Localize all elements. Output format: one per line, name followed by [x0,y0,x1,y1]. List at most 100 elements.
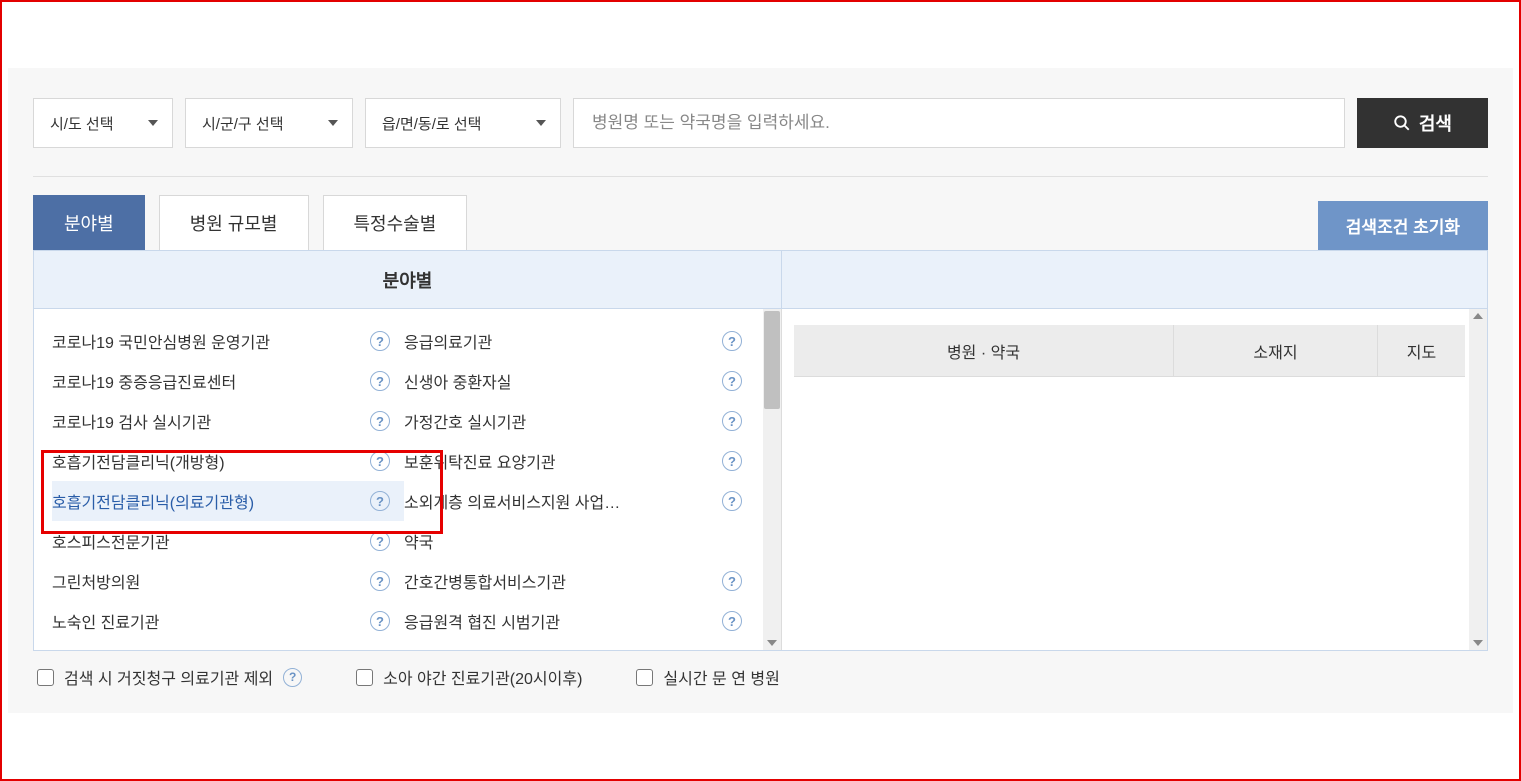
page-frame: 시/도 선택 시/군/구 선택 읍/면/동/로 선택 검색 분야별 병원 규모별… [0,0,1521,781]
category-item-label: 응급의료기관 [404,329,492,353]
panel-header: 분야별 [34,251,1487,309]
checkbox-icon [37,669,54,686]
category-item-label: 코로나19 국민안심병원 운영기관 [52,329,270,353]
category-item[interactable]: 호스피스전문기관? [52,521,404,561]
category-item[interactable]: 노숙인 진료기관? [52,601,404,641]
category-item-label: 신생아 중환자실 [404,369,512,393]
scroll-thumb[interactable] [764,311,780,409]
tab-by-scale-label: 병원 규모별 [190,214,278,234]
select-sido[interactable]: 시/도 선택 [33,98,173,148]
category-pane: 코로나19 국민안심병원 운영기관?코로나19 중증응급진료센터?코로나19 검… [34,309,782,650]
category-column-1: 코로나19 국민안심병원 운영기관?코로나19 중증응급진료센터?코로나19 검… [52,321,404,650]
category-column-2: 응급의료기관?신생아 중환자실?가정간호 실시기관?보훈위탁진료 요양기관?소외… [404,321,756,650]
category-item-label: 코로나19 검사 실시기관 [52,409,211,433]
results-pane: 병원 · 약국 소재지 지도 [782,309,1487,650]
select-eupmyeon-label: 읍/면/동/로 선택 [382,113,481,134]
category-item-label: 호스피스전문기관 [52,529,170,553]
category-item-label: 의료취약지 응급의료 거점 시범… [52,649,273,650]
result-header-location: 소재지 [1173,325,1377,376]
select-sigungu-label: 시/군/구 선택 [202,113,284,134]
category-item-label: 호흡기전담클리닉(개방형) [52,449,225,473]
check-realtime-open[interactable]: 실시간 문 연 병원 [636,665,779,689]
help-icon[interactable]: ? [370,571,390,591]
category-item-label: 노숙인 진료기관 [52,609,160,633]
help-icon[interactable]: ? [722,371,742,391]
category-item[interactable]: 그린처방의원? [52,561,404,601]
category-item[interactable]: 호흡기전담클리닉(개방형)? [52,441,404,481]
reset-button-label: 검색조건 초기화 [1346,218,1460,237]
help-icon[interactable]: ? [370,331,390,351]
category-item[interactable]: 코로나19 국민안심병원 운영기관? [52,321,404,361]
select-eupmyeon[interactable]: 읍/면/동/로 선택 [365,98,561,148]
help-icon[interactable]: ? [722,571,742,591]
help-icon[interactable]: ? [370,451,390,471]
search-row: 시/도 선택 시/군/구 선택 읍/면/동/로 선택 검색 [33,98,1488,148]
help-icon[interactable]: ? [370,531,390,551]
result-header-map: 지도 [1377,325,1465,376]
help-icon[interactable]: ? [370,611,390,631]
category-item-label: 호흡기전담클리닉(의료기관형) [52,489,254,513]
tab-by-surgery[interactable]: 특정수술별 [323,195,468,250]
left-scrollbar[interactable] [763,309,781,650]
category-item[interactable]: 가정간호 실시기관? [404,401,756,441]
help-icon[interactable]: ? [370,371,390,391]
checkbox-icon [636,669,653,686]
footer-checks: 검색 시 거짓청구 의료기관 제외 ? 소아 야간 진료기관(20시이후) 실시… [33,651,1488,693]
check-night-label: 소아 야간 진료기관(20시이후) [383,665,582,689]
tab-by-scale[interactable]: 병원 규모별 [159,195,309,250]
tab-by-surgery-label: 특정수술별 [354,214,437,234]
search-input[interactable] [573,98,1345,148]
category-item-label: 약국 [404,529,433,553]
scroll-down-icon[interactable] [767,640,777,646]
category-item[interactable]: 코로나19 중증응급진료센터? [52,361,404,401]
help-icon[interactable]: ? [722,491,742,511]
category-item[interactable]: 자문형 호스피스 전문기관? [404,641,756,650]
help-icon[interactable]: ? [722,451,742,471]
search-button-label: 검색 [1419,110,1452,136]
tabs: 분야별 병원 규모별 특정수술별 [33,195,467,250]
tab-by-field[interactable]: 분야별 [33,195,145,250]
category-item[interactable]: 신생아 중환자실? [404,361,756,401]
tabs-row: 분야별 병원 규모별 특정수술별 검색조건 초기화 [33,195,1488,250]
help-icon[interactable]: ? [722,331,742,351]
scroll-up-icon[interactable] [1473,313,1483,319]
category-item[interactable]: 간호간병통합서비스기관? [404,561,756,601]
check-exclude-false-claims[interactable]: 검색 시 거짓청구 의료기관 제외 ? [37,665,302,689]
category-item-label: 응급원격 협진 시범기관 [404,609,560,633]
help-icon[interactable]: ? [283,668,302,687]
scroll-down-icon[interactable] [1473,640,1483,646]
select-sido-label: 시/도 선택 [50,113,114,134]
category-item[interactable]: 코로나19 검사 실시기관? [52,401,404,441]
category-item[interactable]: 소외계층 의료서비스지원 사업…? [404,481,756,521]
category-item[interactable]: 응급의료기관? [404,321,756,361]
panel-body: 코로나19 국민안심병원 운영기관?코로나19 중증응급진료센터?코로나19 검… [34,309,1487,650]
right-scrollbar[interactable] [1469,309,1487,650]
category-item-label: 가정간호 실시기관 [404,409,526,433]
check-exclude-label: 검색 시 거짓청구 의료기관 제외 [64,665,273,689]
check-realtime-label: 실시간 문 연 병원 [663,665,779,689]
check-night-pediatric[interactable]: 소아 야간 진료기관(20시이후) [356,665,582,689]
search-button[interactable]: 검색 [1357,98,1488,148]
divider [33,176,1488,177]
help-icon[interactable]: ? [370,491,390,511]
category-item-label: 소외계층 의료서비스지원 사업… [404,489,620,513]
category-item-label: 그린처방의원 [52,569,140,593]
help-icon[interactable]: ? [722,411,742,431]
panel-header-right [782,251,1487,308]
category-item-label: 코로나19 중증응급진료센터 [52,369,236,393]
category-item[interactable]: 호흡기전담클리닉(의료기관형)? [52,481,404,521]
category-list[interactable]: 코로나19 국민안심병원 운영기관?코로나19 중증응급진료센터?코로나19 검… [34,309,781,650]
reset-button[interactable]: 검색조건 초기화 [1318,201,1488,250]
category-item[interactable]: 약국 [404,521,756,561]
search-icon [1393,114,1411,132]
help-icon[interactable]: ? [370,411,390,431]
result-header: 병원 · 약국 소재지 지도 [794,325,1465,377]
category-item[interactable]: 응급원격 협진 시범기관? [404,601,756,641]
category-item[interactable]: 보훈위탁진료 요양기관? [404,441,756,481]
category-item[interactable]: 의료취약지 응급의료 거점 시범…? [52,641,404,650]
search-container: 시/도 선택 시/군/구 선택 읍/면/동/로 선택 검색 분야별 병원 규모별… [8,68,1513,713]
select-sigungu[interactable]: 시/군/구 선택 [185,98,353,148]
help-icon[interactable]: ? [722,611,742,631]
category-item-label: 자문형 호스피스 전문기관 [404,649,575,650]
tab-by-field-label: 분야별 [64,214,114,234]
